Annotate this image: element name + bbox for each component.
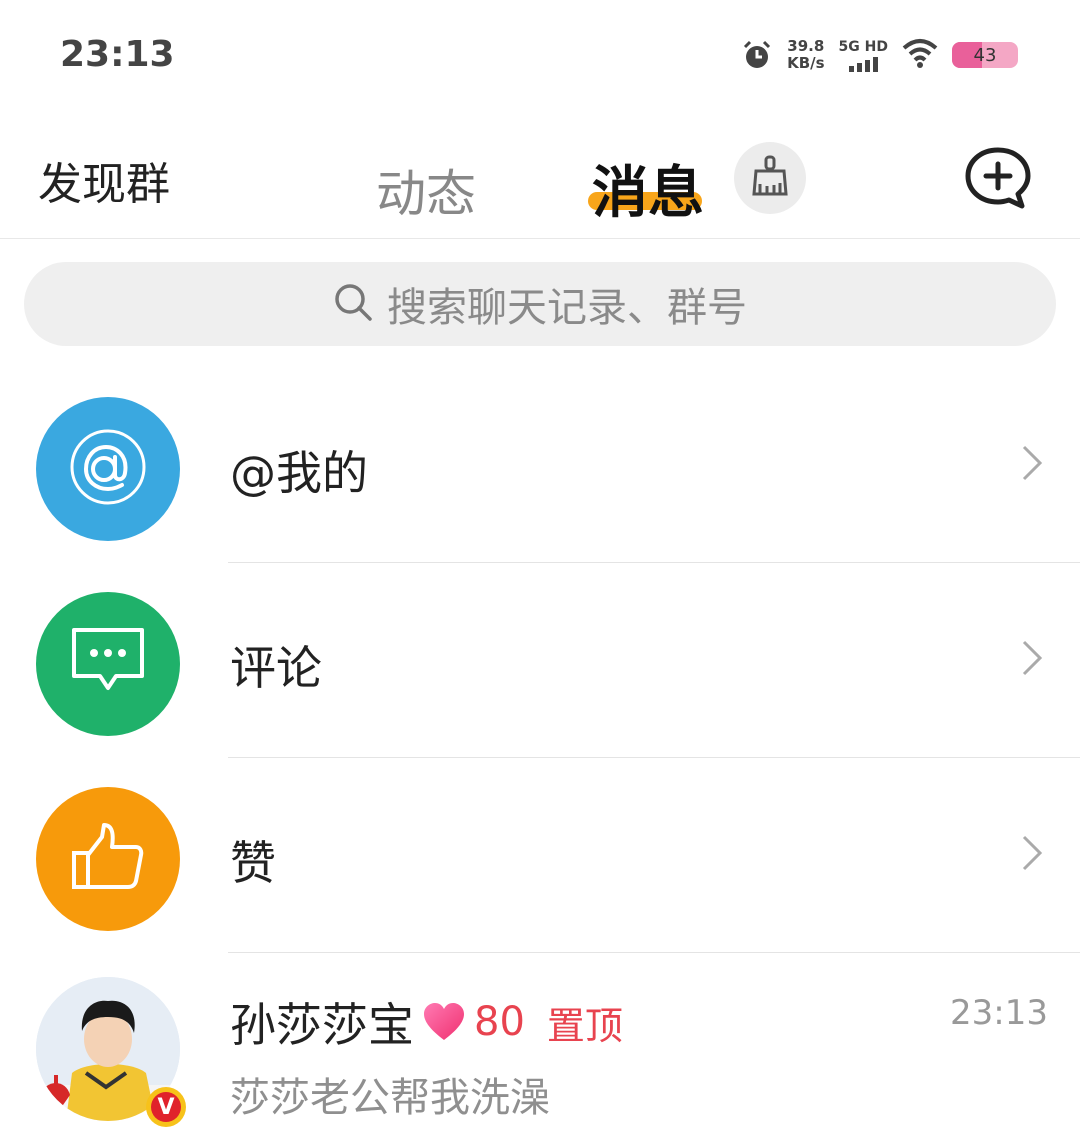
net-speed: 39.8 KB/s bbox=[787, 37, 825, 72]
heart-icon bbox=[422, 1002, 466, 1042]
status-time: 23:13 bbox=[60, 34, 175, 75]
tab-messages[interactable]: 消息 bbox=[592, 148, 704, 229]
chat-time: 23:13 bbox=[950, 993, 1048, 1033]
alarm-icon bbox=[741, 39, 773, 71]
discover-groups-link[interactable]: 发现群 bbox=[38, 148, 170, 212]
cellular-signal-icon: 5G HD bbox=[839, 39, 888, 72]
list-item-mentions[interactable]: @我的 bbox=[0, 367, 1080, 562]
new-chat-button[interactable] bbox=[962, 144, 1034, 216]
search-icon bbox=[333, 282, 373, 326]
chevron-right-icon bbox=[1020, 638, 1044, 682]
comment-icon bbox=[68, 624, 148, 704]
comments-badge bbox=[36, 592, 180, 736]
at-icon bbox=[66, 425, 150, 513]
wifi-icon bbox=[902, 38, 938, 72]
clean-unread-button[interactable] bbox=[734, 142, 806, 214]
likes-label: 赞 bbox=[230, 836, 276, 890]
chevron-right-icon bbox=[1020, 443, 1044, 487]
tab-feed[interactable]: 动态 bbox=[376, 154, 476, 226]
likes-badge bbox=[36, 787, 180, 931]
search-placeholder: 搜索聊天记录、群号 bbox=[387, 285, 747, 331]
status-bar: 23:13 39.8 KB/s 5G HD 43 bbox=[0, 0, 1080, 110]
chevron-right-icon bbox=[1020, 833, 1044, 877]
comments-label: 评论 bbox=[230, 641, 322, 695]
chat-title-line: 孙莎莎宝 80 置顶 bbox=[230, 989, 623, 1055]
intimacy-value: 80 bbox=[474, 999, 525, 1045]
divider bbox=[228, 952, 1080, 953]
chat-plus-icon bbox=[962, 147, 1034, 220]
verified-badge: V bbox=[146, 1087, 186, 1127]
list-item-comments[interactable]: 评论 bbox=[0, 562, 1080, 757]
pinned-label: 置顶 bbox=[546, 1003, 623, 1048]
battery-indicator: 43 bbox=[952, 42, 1018, 68]
search-bar[interactable]: 搜索聊天记录、群号 bbox=[24, 262, 1056, 346]
broom-icon bbox=[750, 154, 790, 202]
list-item-likes[interactable]: 赞 bbox=[0, 757, 1080, 952]
chat-item[interactable]: V 孙莎莎宝 80 置顶 23:13 莎莎老公帮我洗澡 bbox=[0, 955, 1080, 1148]
mentions-badge bbox=[36, 397, 180, 541]
mentions-label: @我的 bbox=[230, 446, 368, 500]
chat-preview: 莎莎老公帮我洗澡 bbox=[230, 1075, 550, 1121]
status-icons: 39.8 KB/s 5G HD 43 bbox=[741, 38, 1018, 72]
thumbs-up-icon bbox=[68, 819, 148, 899]
top-nav: 发现群 动态 消息 bbox=[0, 110, 1080, 239]
chat-name: 孙莎莎宝 bbox=[230, 998, 414, 1052]
